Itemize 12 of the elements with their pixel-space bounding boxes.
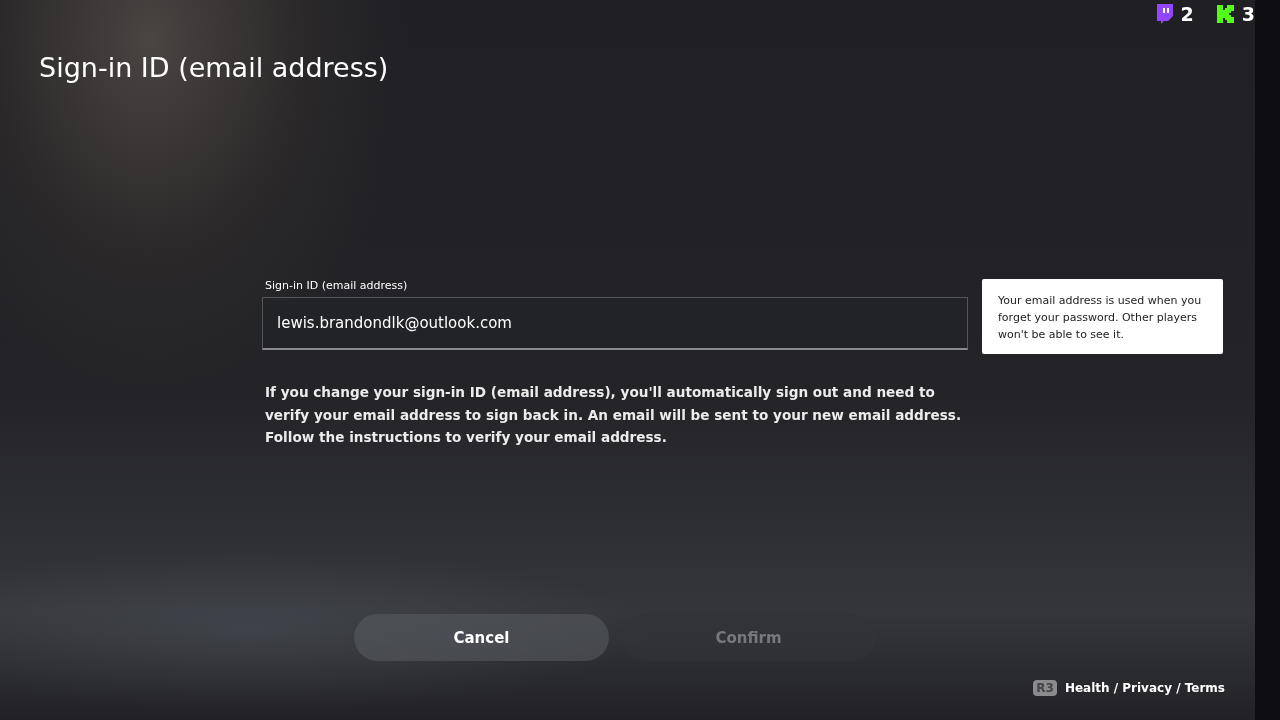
tooltip: Your email address is used when you forget your password. Other players won't be able to see it. (982, 279, 1223, 354)
footer-link[interactable]: Health / Privacy / Terms (1064, 681, 1225, 695)
action-button[interactable]: Cancel (354, 614, 609, 661)
email-input-field[interactable]: lewis.brandondlk@outlook.com (262, 297, 968, 350)
field-label: Sign-in ID (email address) (265, 279, 409, 292)
badge-count: 3 (1241, 3, 1255, 25)
chat-bubble-icon (1154, 3, 1175, 25)
r3-button-icon: R3 (1033, 680, 1057, 696)
page-title: Sign-in ID (email address) (39, 52, 390, 83)
badge-count: 2 (1180, 3, 1194, 25)
description-text: If you change your sign-in ID (email address), you'll automatically sign out and need to verify your email address to sign back in. An email will be sent to your new email address. Follow the instructions to verify your email address. (265, 383, 963, 447)
k-logo-icon (1215, 4, 1236, 24)
